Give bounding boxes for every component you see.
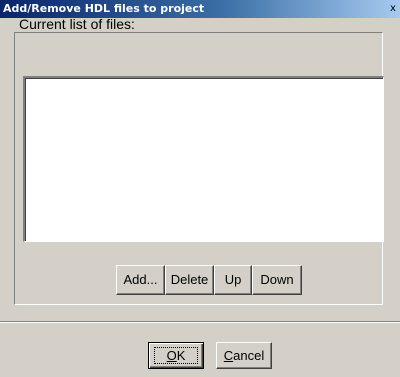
cancel-label-rest: ancel bbox=[233, 348, 265, 363]
footer-separator bbox=[0, 321, 400, 323]
cancel-mnemonic: C bbox=[223, 348, 234, 363]
delete-button[interactable]: Delete bbox=[165, 265, 214, 295]
delete-button-label: Delete bbox=[170, 272, 209, 287]
up-button[interactable]: Up bbox=[214, 265, 252, 295]
window-title: Add/Remove HDL files to project bbox=[3, 2, 205, 15]
down-button[interactable]: Down bbox=[252, 265, 302, 295]
add-button[interactable]: Add... bbox=[116, 265, 165, 295]
ok-button-label: OK bbox=[167, 344, 186, 367]
add-button-label: Add... bbox=[123, 272, 158, 287]
current-files-label: Current list of files: bbox=[19, 16, 135, 32]
ok-label-rest: K bbox=[176, 348, 186, 363]
add-remove-hdl-files-dialog: Add/Remove HDL files to project x Curren… bbox=[0, 0, 400, 377]
ok-mnemonic: O bbox=[166, 348, 177, 363]
close-icon[interactable]: x bbox=[388, 2, 398, 16]
up-button-label: Up bbox=[224, 272, 242, 287]
down-button-label: Down bbox=[260, 272, 294, 287]
cancel-button[interactable]: Cancel bbox=[216, 342, 272, 369]
ok-button[interactable]: OK bbox=[148, 342, 204, 369]
cancel-button-label: Cancel bbox=[224, 344, 264, 367]
file-list[interactable] bbox=[23, 76, 384, 242]
